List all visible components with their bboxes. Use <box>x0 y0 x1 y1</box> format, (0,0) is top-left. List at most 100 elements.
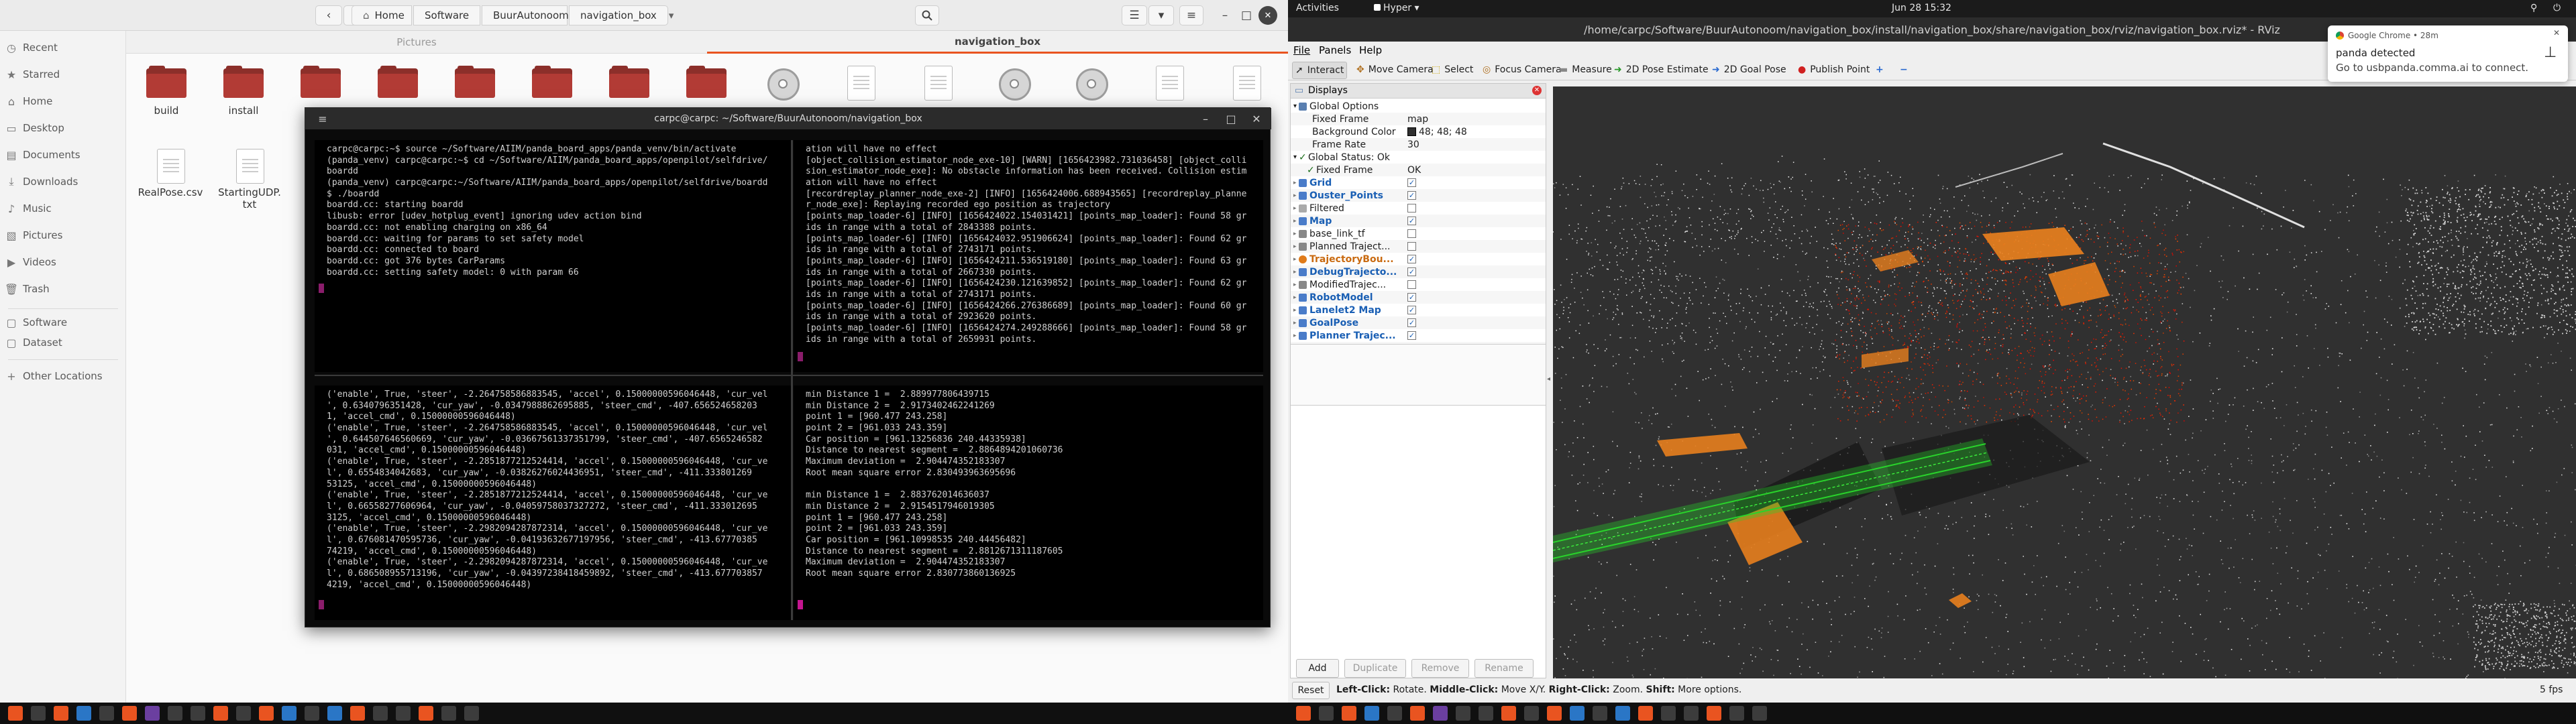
view-list-button[interactable]: ☰ <box>1122 5 1147 25</box>
expand-arrow-icon[interactable]: ▸ <box>1293 333 1297 339</box>
display-row-grid[interactable]: ▸ Grid ✓ <box>1291 176 1546 189</box>
remove-tool-button[interactable]: − <box>1900 62 1908 78</box>
dock-app-icon[interactable] <box>259 706 274 721</box>
terminal-pane-boardd[interactable]: carpc@carpc:~$ source ~/Software/AIIM/pa… <box>315 140 791 372</box>
dock-app-icon[interactable] <box>54 706 68 721</box>
network-icon[interactable]: ⚲ <box>2530 3 2537 13</box>
enable-checkbox[interactable]: ✓ <box>1407 331 1416 340</box>
expand-arrow-icon[interactable]: ▸ <box>1293 282 1297 288</box>
dock-app-icon[interactable] <box>236 706 251 721</box>
expand-arrow-icon[interactable]: ▸ <box>1293 243 1297 250</box>
expand-arrow-icon[interactable]: ▸ <box>1293 256 1297 263</box>
enable-checkbox[interactable]: ✓ <box>1407 217 1416 225</box>
dock-app-icon[interactable] <box>191 706 205 721</box>
display-row-filtered[interactable]: ▸ Filtered <box>1291 202 1546 215</box>
display-row-global-options[interactable]: ▾ Global Options <box>1291 100 1546 113</box>
color-swatch[interactable] <box>1407 127 1416 136</box>
terminal-minimize-button[interactable]: – <box>1193 108 1218 129</box>
menu-help[interactable]: Help <box>1359 44 1382 56</box>
dock-app-icon[interactable] <box>282 706 297 721</box>
value-cell[interactable]: OK <box>1407 165 1421 176</box>
file-item[interactable]: StartingUDP. txt <box>206 149 293 210</box>
tool-move-camera[interactable]: ✥ Move Camera <box>1356 62 1434 78</box>
sidebar-item-dataset[interactable]: ▢ Dataset <box>0 331 126 354</box>
tool-measure[interactable]: ▬ Measure <box>1559 62 1612 78</box>
pin-icon[interactable]: ⊥ <box>2544 44 2557 61</box>
display-row-frame-rate[interactable]: Frame Rate 30 <box>1291 138 1546 151</box>
tool-publish-point[interactable]: ● Publish Point <box>1798 62 1870 78</box>
dock-app-icon[interactable] <box>1479 706 1493 721</box>
dock-app-icon[interactable] <box>1342 706 1356 721</box>
sidebar-item-documents[interactable]: ▤ Documents <box>0 143 126 166</box>
tool-2d-goal-pose[interactable]: ➜ 2D Goal Pose <box>1712 62 1786 78</box>
dock-app-icon[interactable] <box>1296 706 1311 721</box>
dock-app-icon[interactable] <box>145 706 160 721</box>
tool-interact[interactable]: ➚ Interact <box>1292 62 1348 79</box>
display-row-goalpose[interactable]: ▸ GoalPose ✓ <box>1291 316 1546 329</box>
dock-app-icon[interactable] <box>373 706 388 721</box>
tool-2d-pose-estimate[interactable]: ➜ 2D Pose Estimate <box>1614 62 1709 78</box>
display-row-planned-traject-[interactable]: ▸ Planned Traject... <box>1291 240 1546 253</box>
enable-checkbox[interactable]: ✓ <box>1407 178 1416 187</box>
dock-app-icon[interactable] <box>1319 706 1334 721</box>
tool-select[interactable]: ⬚ Select <box>1432 62 1473 78</box>
expand-arrow-icon[interactable]: ▸ <box>1293 320 1297 326</box>
enable-checkbox[interactable]: ✓ <box>1407 318 1416 327</box>
dock-app-icon[interactable] <box>213 706 228 721</box>
pane-divider-horizontal[interactable] <box>315 375 1263 376</box>
expand-arrow-icon[interactable]: ▸ <box>1293 269 1297 276</box>
terminal-pane-deviation[interactable]: min Distance 1 = 2.889977806439715 min Di… <box>794 385 1263 620</box>
sidebar-item-downloads[interactable]: ⤓ Downloads <box>0 170 126 193</box>
view-options-button[interactable]: ▾ <box>1148 5 1174 25</box>
rename-display-button[interactable]: Rename <box>1474 659 1534 678</box>
display-row-fixed-frame[interactable]: ✓ Fixed Frame OK <box>1291 164 1546 176</box>
dock-app-icon[interactable] <box>464 706 479 721</box>
dock-app-icon[interactable] <box>305 706 319 721</box>
dock-app-icon[interactable] <box>1501 706 1516 721</box>
display-row-debugtrajecto-[interactable]: ▸ DebugTrajecto... ✓ <box>1291 265 1546 278</box>
power-icon[interactable]: ⏻ <box>2553 3 2561 13</box>
display-value[interactable]: OK <box>1407 165 1421 176</box>
reset-button[interactable]: Reset <box>1292 682 1330 699</box>
value-cell[interactable]: 48; 48; 48 <box>1407 127 1467 137</box>
menu-panels[interactable]: Panels <box>1319 44 1351 56</box>
enable-checkbox[interactable]: ✓ <box>1407 293 1416 302</box>
display-row-fixed-frame[interactable]: Fixed Frame map <box>1291 113 1546 125</box>
enable-checkbox[interactable]: ✓ <box>1407 255 1416 263</box>
dock-app-icon[interactable] <box>1638 706 1653 721</box>
enable-checkbox[interactable]: ✓ <box>1407 306 1416 314</box>
add-display-button[interactable]: Add <box>1296 659 1339 678</box>
maximize-button[interactable]: □ <box>1237 5 1256 25</box>
3d-view[interactable] <box>1553 86 2576 678</box>
dock-app-icon[interactable] <box>1593 706 1607 721</box>
app-menu[interactable]: Hyper ▾ <box>1374 3 1419 13</box>
dock-app-icon[interactable] <box>168 706 182 721</box>
splitter-handle[interactable]: ◂ <box>1547 375 1552 389</box>
terminal-menu-button[interactable]: ≡ <box>311 108 335 129</box>
notification-popup[interactable]: Google Chrome • 28m panda detected Go to… <box>2328 25 2568 82</box>
panel-close-button[interactable]: ✕ <box>1532 86 1542 95</box>
breadcrumb-buurautonoom[interactable]: BuurAutonoom <box>482 5 569 25</box>
dock-app-icon[interactable] <box>441 706 456 721</box>
pane-divider-vertical[interactable] <box>791 140 793 620</box>
tab-pictures[interactable]: Pictures <box>126 31 707 54</box>
dock-app-icon[interactable] <box>1615 706 1630 721</box>
dock-app-icon[interactable] <box>76 706 91 721</box>
dock-app-icon[interactable] <box>1364 706 1379 721</box>
dock-app-icon[interactable] <box>1661 706 1676 721</box>
notification-close-icon[interactable]: ✕ <box>2553 28 2560 38</box>
sidebar-item-videos[interactable]: ▶ Videos <box>0 251 126 274</box>
remove-display-button[interactable]: Remove <box>1411 659 1469 678</box>
dock-app-icon[interactable] <box>8 706 23 721</box>
dock-app-icon[interactable] <box>1433 706 1448 721</box>
dock-app-icon[interactable] <box>1684 706 1699 721</box>
expand-arrow-icon[interactable]: ▸ <box>1293 180 1297 186</box>
expand-arrow-icon[interactable]: ▸ <box>1293 307 1297 314</box>
file-item[interactable]: RealPose.csv <box>127 149 214 202</box>
expand-arrow-icon[interactable]: ▸ <box>1293 218 1297 225</box>
dock-app-icon[interactable] <box>1707 706 1721 721</box>
enable-checkbox[interactable] <box>1407 229 1416 238</box>
clock[interactable]: Jun 28 15:32 <box>1892 3 1951 13</box>
dock-app-icon[interactable] <box>396 706 411 721</box>
breadcrumb-navigation-box[interactable]: navigation_box ▾ <box>569 5 674 25</box>
